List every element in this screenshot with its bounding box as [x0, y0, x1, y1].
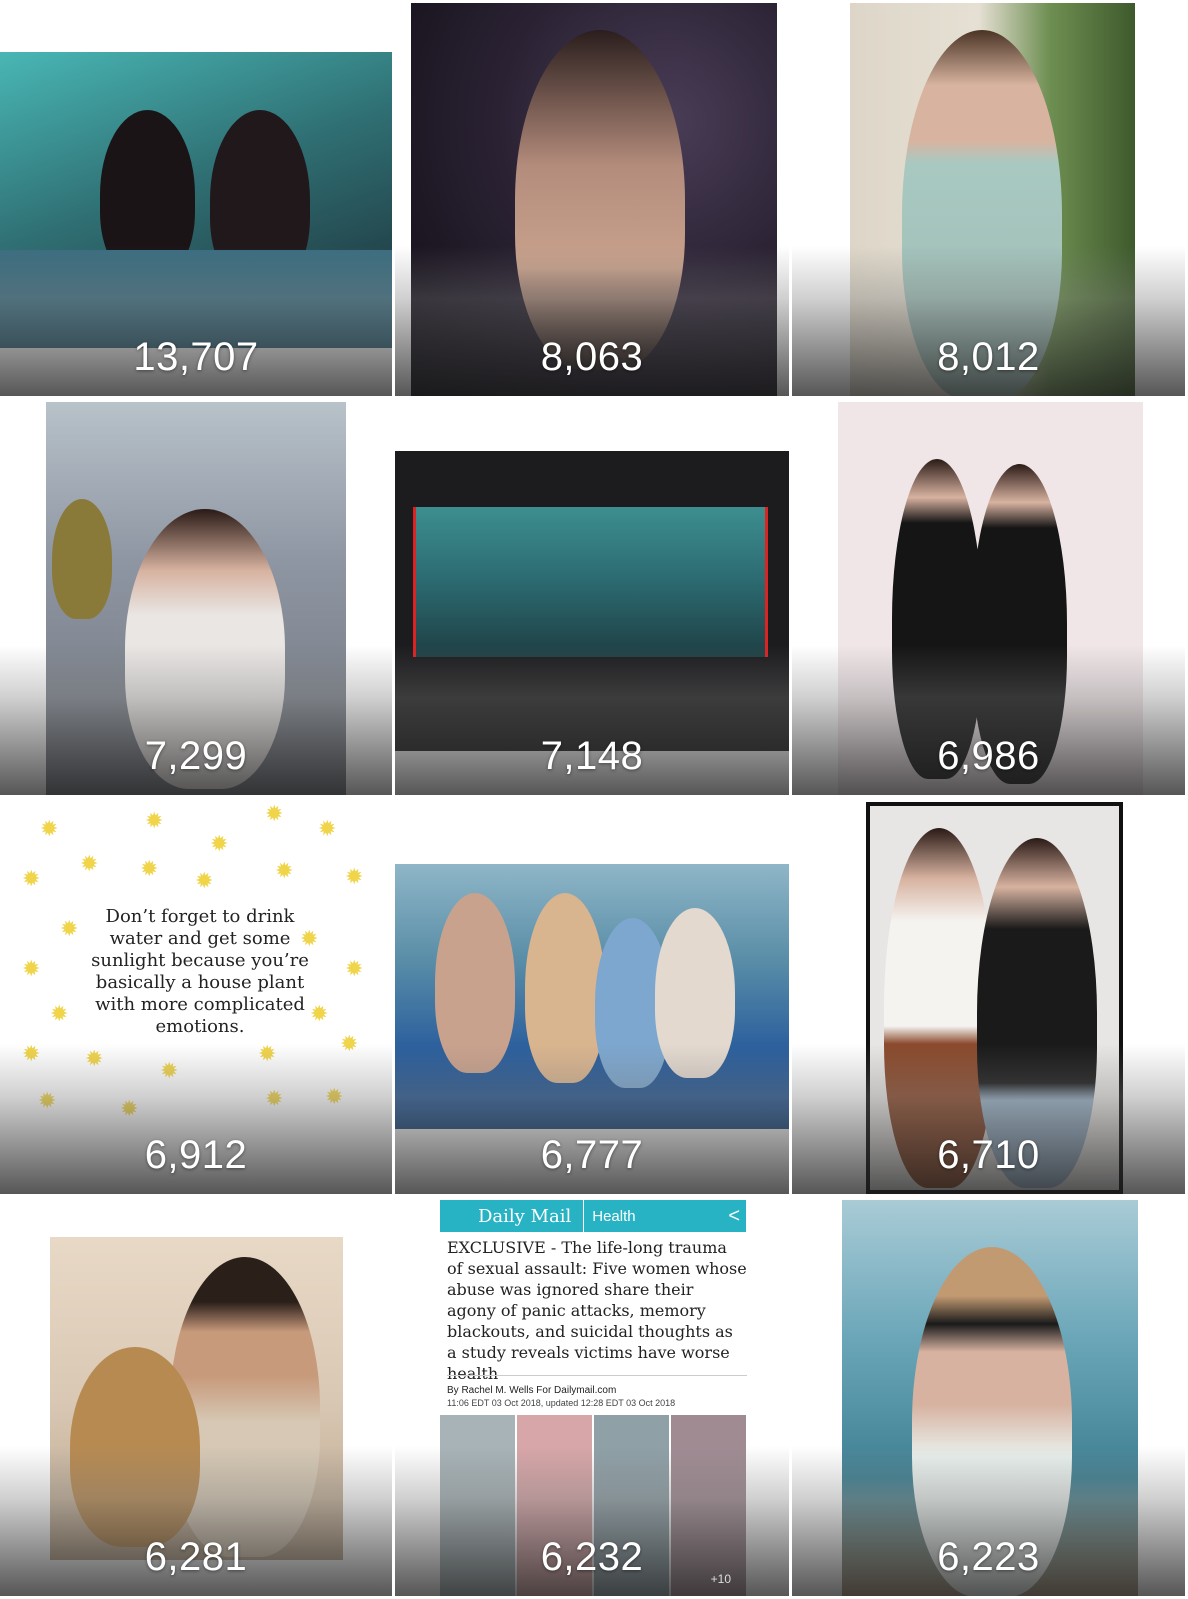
sun-icon: ✹ [22, 866, 41, 891]
view-count: 6,777 [540, 1133, 644, 1177]
sun-icon: ✹ [60, 916, 79, 941]
grid-tile[interactable]: 6,986 [792, 399, 1188, 798]
sun-icon: ✹ [310, 1001, 329, 1026]
sun-icon: ✹ [210, 831, 229, 856]
plant [52, 499, 112, 619]
sun-icon: ✹ [22, 956, 41, 981]
sun-icon: ✹ [325, 1084, 344, 1109]
dailymail-header: Daily Mail Health < [440, 1200, 746, 1232]
view-count: 7,299 [144, 734, 248, 778]
view-count: 13,707 [133, 335, 259, 379]
sun-icon: ✹ [340, 1031, 359, 1056]
sun-icon: ✹ [80, 851, 99, 876]
article-byline: By Rachel M. Wells For Dailymail.com [447, 1385, 617, 1396]
sun-icon: ✹ [195, 868, 214, 893]
view-count: 6,710 [937, 1133, 1040, 1177]
grid-tile[interactable]: 13,707 [0, 0, 395, 399]
grid-tile[interactable]: 6,281 [0, 1197, 395, 1599]
photo-subject [892, 459, 982, 779]
view-count: 6,912 [144, 1133, 248, 1177]
grid-tile[interactable]: 8,063 [395, 0, 792, 399]
photo-subject [655, 908, 735, 1078]
quote-text: Don’t forget to drink water and get some… [91, 906, 309, 1037]
view-count: 6,281 [144, 1535, 248, 1579]
grid-tile[interactable]: 8,012 [792, 0, 1188, 399]
sun-icon: ✹ [40, 816, 59, 841]
sun-icon: ✹ [22, 1041, 41, 1066]
grid-tile[interactable]: Daily Mail Health < EXCLUSIVE - The life… [395, 1197, 792, 1599]
photo-subject [525, 893, 605, 1083]
dog [70, 1347, 200, 1547]
photo-bed [0, 250, 392, 348]
view-count: 7,148 [540, 734, 644, 778]
photo-subject [515, 30, 685, 370]
view-count: 6,986 [937, 734, 1040, 778]
grid-tile[interactable]: 7,299 [0, 399, 395, 798]
article-timestamp: 11:06 EDT 03 Oct 2018, updated 12:28 EDT… [447, 1398, 676, 1408]
sun-icon: ✹ [50, 1001, 69, 1026]
sun-icon: ✹ [38, 1088, 57, 1113]
sun-icon: ✹ [265, 1086, 284, 1111]
sun-icon: ✹ [258, 1041, 277, 1066]
grid-tile[interactable]: 6,777 [395, 798, 792, 1197]
grid-tile[interactable]: 6,223 [792, 1197, 1188, 1599]
sun-icon: ✹ [318, 816, 337, 841]
view-count: 8,063 [540, 335, 644, 379]
photo-subject [435, 893, 515, 1073]
photo-grid: 13,707 8,063 8,012 7,299 7,148 6,986 ✹ ✹… [0, 0, 1188, 1599]
sun-icon: ✹ [160, 1058, 179, 1083]
sun-icon: ✹ [140, 856, 159, 881]
share-icon[interactable]: < [728, 1205, 740, 1228]
photo-count: +10 [710, 1572, 731, 1586]
view-count: 6,223 [937, 1535, 1040, 1579]
grid-tile[interactable]: 6,710 [792, 798, 1188, 1197]
section-label: Health [592, 1207, 636, 1225]
grid-tile[interactable]: ✹ ✹ ✹ ✹ ✹ ✹ ✹ ✹ ✹ ✹ ✹ ✹ ✹ ✹ ✹ ✹ ✹ ✹ ✹ ✹ … [0, 798, 395, 1197]
article-headline: EXCLUSIVE - The life-long trauma of sexu… [447, 1238, 747, 1383]
sun-icon: ✹ [145, 808, 164, 833]
sun-icon: ✹ [345, 864, 364, 889]
dailymail-logo: Daily Mail [478, 1205, 572, 1227]
monitor-screen [413, 507, 768, 657]
view-count: 8,012 [937, 335, 1040, 379]
sun-icon: ✹ [275, 858, 294, 883]
grid-tile[interactable]: 7,148 [395, 399, 792, 798]
sun-icon: ✹ [85, 1046, 104, 1071]
sun-icon: ✹ [345, 956, 364, 981]
sun-icon: ✹ [120, 1096, 139, 1121]
sun-icon: ✹ [265, 801, 284, 826]
